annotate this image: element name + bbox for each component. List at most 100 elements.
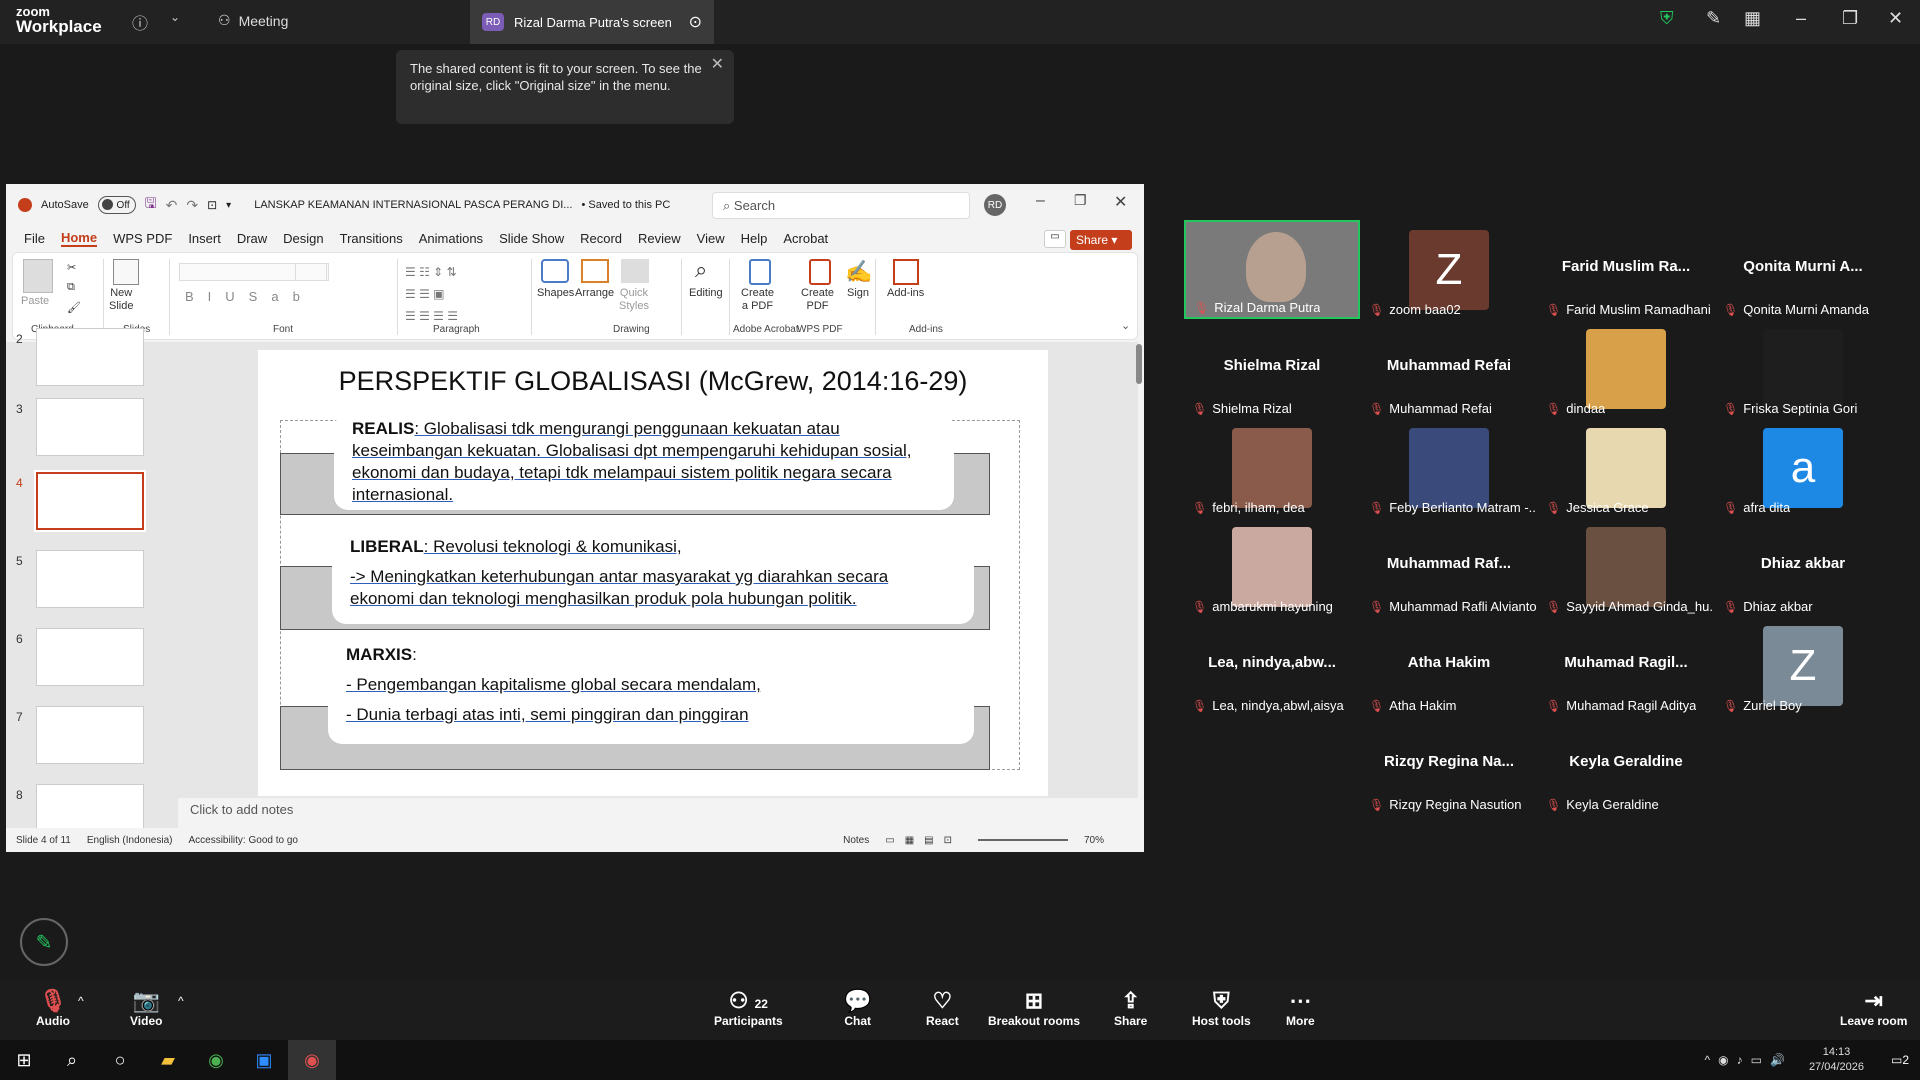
arrange-icon[interactable] [581, 259, 609, 283]
close-icon[interactable]: ✕ [1888, 8, 1903, 29]
breakout-rooms-button[interactable]: ⊞ Breakout rooms [988, 988, 1080, 1028]
more-button[interactable]: ⋯ More [1286, 988, 1315, 1028]
zoom-slider[interactable] [977, 839, 1068, 841]
close-icon[interactable]: ✕ [1114, 192, 1127, 212]
participant-tile[interactable]: Z 🎙 Zuriel Boy [1715, 616, 1891, 715]
chevron-down-icon[interactable]: ⌄ [170, 10, 180, 24]
search-icon[interactable]: ⌕ [48, 1040, 96, 1080]
add-ins-icon[interactable] [893, 259, 919, 285]
shared-screen-tab[interactable]: RD Rizal Darma Putra's screen ⊙ [470, 0, 714, 44]
leave-room-button[interactable]: ⇥ Leave room [1840, 988, 1907, 1028]
meeting-tab[interactable]: ⚇ Meeting [218, 12, 288, 29]
font-format-buttons[interactable]: BIUSab [185, 289, 314, 304]
participant-tile[interactable]: a 🎙 afra dita [1715, 418, 1891, 517]
format-painter-icon[interactable]: 🖌 [67, 301, 81, 314]
minimize-icon[interactable]: – [1796, 8, 1806, 29]
new-slide-label[interactable]: New Slide [109, 287, 133, 313]
editing-label[interactable]: Editing [689, 287, 723, 299]
document-title[interactable]: LANSKAP KEAMANAN INTERNASIONAL PASCA PER… [254, 199, 572, 211]
restore-icon[interactable]: ❐ [1074, 192, 1087, 209]
tab-transitions[interactable]: Transitions [340, 231, 403, 246]
clock[interactable]: 14:13 27/04/2026 [1809, 1045, 1864, 1075]
accessibility-status[interactable]: Accessibility: Good to go [188, 835, 298, 846]
host-tools-button[interactable]: ⛨ Host tools [1192, 988, 1251, 1028]
participant-tile[interactable]: 🎙 Friska Septinia Gori [1715, 319, 1891, 418]
participant-tile[interactable]: 🎙 Rizal Darma Putra [1184, 220, 1360, 319]
system-tray-icons[interactable]: ^◉♪▭🔊 [1705, 1053, 1793, 1067]
new-slide-icon[interactable] [113, 259, 139, 285]
participant-tile[interactable]: 🎙 dindaa [1538, 319, 1714, 418]
participant-tile[interactable]: 🎙 Jessica Grace [1538, 418, 1714, 517]
tab-slide-show[interactable]: Slide Show [499, 231, 564, 246]
font-size-select[interactable] [295, 263, 327, 281]
participant-tile[interactable]: Z 🎙 zoom baa02 [1361, 220, 1537, 319]
sign-label[interactable]: Sign [847, 287, 869, 299]
tab-record[interactable]: Record [580, 231, 622, 246]
participants-button[interactable]: ⚇ 22 Participants [714, 988, 783, 1028]
slide-thumbnail[interactable] [36, 706, 144, 764]
react-button[interactable]: ♡ React [926, 988, 959, 1028]
tab-home[interactable]: Home [60, 230, 98, 247]
slide-thumbnail[interactable] [36, 550, 144, 608]
tab-wps-pdf[interactable]: WPS PDF [113, 231, 172, 246]
participant-tile[interactable]: Muhammad Raf... 🎙 Muhammad Rafli Alvianto [1361, 517, 1537, 616]
close-icon[interactable]: ✕ [711, 56, 724, 73]
saved-status[interactable]: • Saved to this PC [581, 199, 670, 211]
tab-view[interactable]: View [697, 231, 725, 246]
paste-label[interactable]: Paste [21, 295, 49, 307]
zoom-app-icon[interactable]: ▣ [240, 1040, 288, 1080]
wps-create-pdf-label[interactable]: Create PDF [801, 287, 834, 313]
autosave-toggle[interactable]: Off [97, 196, 136, 214]
participant-tile[interactable]: 🎙 febri, ilham, dea [1184, 418, 1360, 517]
shapes-icon[interactable] [541, 259, 569, 283]
comments-icon[interactable]: ▭ [1044, 230, 1066, 248]
participant-tile[interactable]: Farid Muslim Ra... 🎙 Farid Muslim Ramadhan… [1538, 220, 1714, 319]
tab-acrobat[interactable]: Acrobat [783, 231, 828, 246]
participant-tile[interactable]: 🎙 ambarukmi hayuning [1184, 517, 1360, 616]
audio-button[interactable]: 🎙 Audio [36, 988, 70, 1028]
paste-icon[interactable] [23, 259, 53, 293]
annotate-icon[interactable]: ✎ [1706, 8, 1721, 29]
participant-tile[interactable]: Atha Hakim 🎙 Atha Hakim [1361, 616, 1537, 715]
arrange-label[interactable]: Arrange [575, 287, 614, 299]
windows-start-icon[interactable]: ⊞ [0, 1040, 48, 1080]
create-pdf-label[interactable]: Create a PDF [741, 287, 774, 313]
participant-tile[interactable]: Muhammad Refai 🎙 Muhammad Refai [1361, 319, 1537, 418]
video-button[interactable]: 📷 Video [130, 988, 162, 1028]
cut-icon[interactable]: ✂ [67, 261, 76, 274]
participant-tile[interactable]: Lea, nindya,abw... 🎙 Lea, nindya,abwl,aisy… [1184, 616, 1360, 715]
tab-design[interactable]: Design [283, 231, 323, 246]
copy-icon[interactable]: ⧉ [67, 281, 75, 294]
restore-icon[interactable]: ❐ [1842, 8, 1858, 29]
participant-tile[interactable]: 🎙 Sayyid Ahmad Ginda_hu... [1538, 517, 1714, 616]
slide-thumbnail[interactable] [34, 470, 146, 532]
chat-button[interactable]: 💬 Chat [844, 988, 871, 1028]
shapes-label[interactable]: Shapes [537, 287, 574, 299]
present-icon[interactable]: ⊡ [207, 198, 217, 212]
search-box[interactable]: ⌕ Search [712, 192, 970, 219]
notes-pane[interactable]: Click to add notes [178, 798, 1138, 822]
notifications-icon[interactable]: ▭2 [1880, 1053, 1920, 1067]
paragraph-buttons[interactable]: ☰ ☷ ⇕ ⇅ ☰ ☰ ▣ ☰ ☰ ☰ ☰ [405, 261, 458, 327]
participant-tile[interactable]: Shielma Rizal 🎙 Shielma Rizal [1184, 319, 1360, 418]
language-status[interactable]: English (Indonesia) [87, 835, 173, 846]
slide-scrollbar[interactable] [1136, 344, 1142, 384]
security-shield-icon[interactable]: ⛨ [1660, 8, 1674, 29]
participant-tile[interactable]: Rizqy Regina Na... 🎙 Rizqy Regina Nasution [1361, 715, 1537, 814]
current-slide[interactable]: PERSPEKTIF GLOBALISASI (McGrew, 2014:16-… [258, 350, 1048, 796]
share-button[interactable]: Share ▾ [1070, 230, 1132, 250]
view-buttons[interactable]: ▭▦▤⊡ [885, 835, 962, 846]
participant-tile[interactable]: Keyla Geraldine 🎙 Keyla Geraldine [1538, 715, 1714, 814]
chevron-up-icon[interactable]: ^ [78, 994, 84, 1008]
chrome-icon[interactable]: ◉ [192, 1040, 240, 1080]
file-explorer-icon[interactable]: ▰ [144, 1040, 192, 1080]
annotate-pencil-icon[interactable]: ✎ [20, 918, 68, 966]
undo-icon[interactable]: ↶ [166, 197, 178, 214]
notes-toggle[interactable]: Notes [843, 835, 869, 846]
tab-animations[interactable]: Animations [419, 231, 483, 246]
sign-icon[interactable]: ✍ [845, 259, 872, 285]
tab-insert[interactable]: Insert [188, 231, 221, 246]
tab-help[interactable]: Help [741, 231, 768, 246]
minimize-icon[interactable]: – [1036, 192, 1045, 210]
editing-search-icon[interactable]: ⌕ [695, 257, 707, 283]
